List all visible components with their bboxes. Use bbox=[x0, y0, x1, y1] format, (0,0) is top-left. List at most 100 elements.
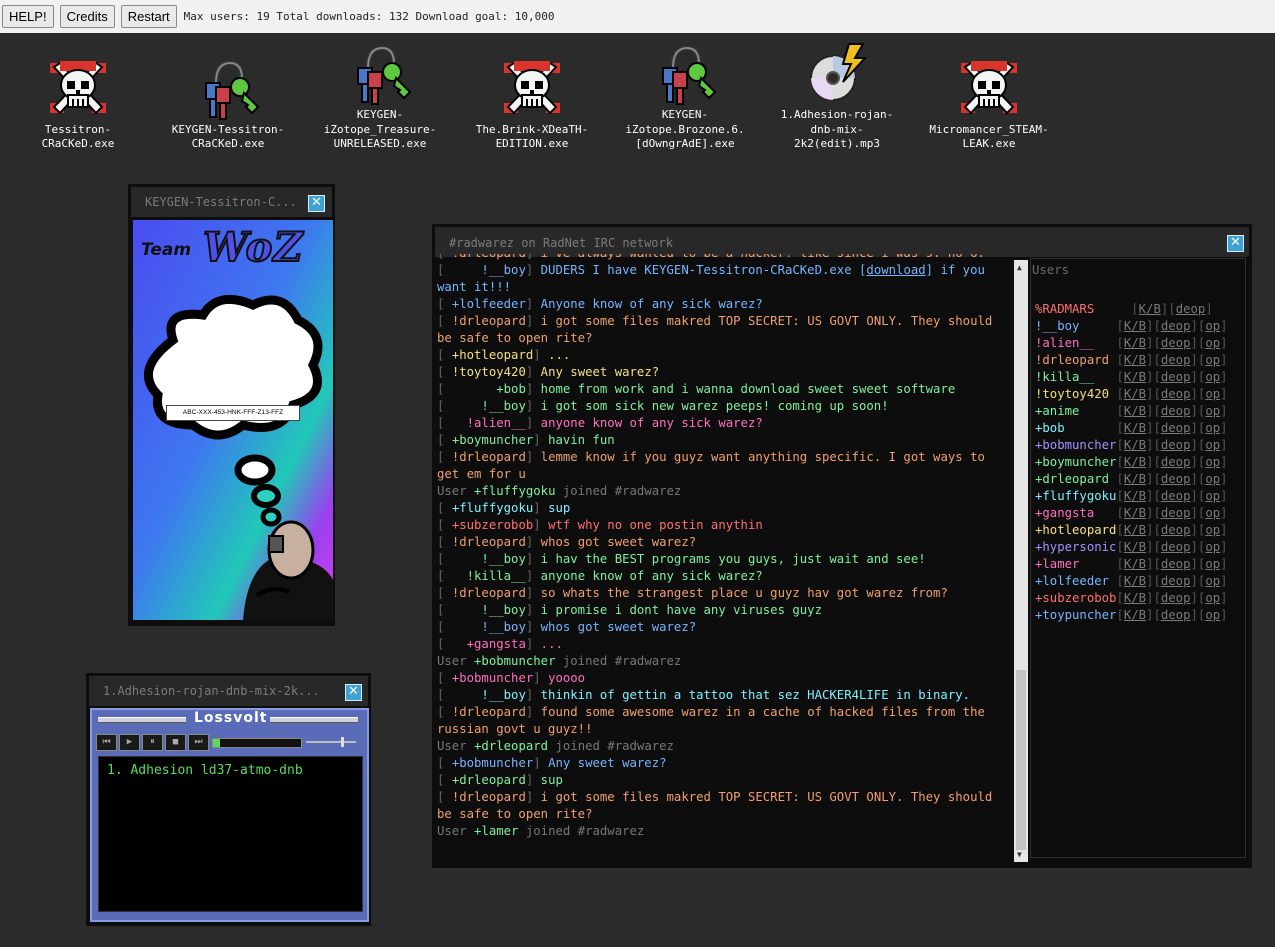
op-link[interactable]: op bbox=[1205, 608, 1220, 622]
seek-bar[interactable] bbox=[212, 738, 302, 748]
user-nick[interactable]: +subzerobob bbox=[1035, 591, 1116, 605]
op-link[interactable]: op bbox=[1205, 404, 1220, 418]
deop-link[interactable]: deop bbox=[1161, 319, 1191, 333]
user-nick[interactable]: +hotleopard bbox=[1035, 523, 1116, 537]
message-nick[interactable]: +drleopard bbox=[452, 773, 526, 787]
user-nick[interactable]: +toypuncher bbox=[1035, 608, 1116, 622]
kick-ban-link[interactable]: K/B bbox=[1124, 336, 1146, 350]
deop-link[interactable]: deop bbox=[1161, 336, 1191, 350]
message-nick[interactable]: +bob bbox=[496, 382, 526, 396]
message-nick[interactable]: +bobmuncher bbox=[452, 671, 533, 685]
kick-ban-link[interactable]: K/B bbox=[1124, 421, 1146, 435]
restart-button[interactable]: Restart bbox=[120, 5, 177, 28]
user-nick[interactable]: +gangsta bbox=[1035, 506, 1116, 520]
user-nick[interactable]: !__boy bbox=[1035, 319, 1116, 333]
kick-ban-link[interactable]: K/B bbox=[1124, 404, 1146, 418]
message-nick[interactable]: !drleopard bbox=[452, 254, 526, 260]
kick-ban-link[interactable]: K/B bbox=[1124, 319, 1146, 333]
message-nick[interactable]: !__boy bbox=[481, 603, 525, 617]
message-nick[interactable]: !__boy bbox=[481, 620, 525, 634]
user-nick[interactable]: !drleopard bbox=[1035, 353, 1116, 367]
stop-icon[interactable]: ■ bbox=[165, 734, 186, 751]
message-nick[interactable]: !drleopard bbox=[452, 705, 526, 719]
deop-link[interactable]: deop bbox=[1161, 489, 1191, 503]
user-nick[interactable]: !killa__ bbox=[1035, 370, 1116, 384]
desktop-icon[interactable]: 1.Adhesion-rojan-dnb-mix- 2k2(edit).mp3 bbox=[767, 42, 907, 152]
op-link[interactable]: op bbox=[1205, 472, 1220, 486]
user-nick[interactable]: +hypersonic bbox=[1035, 540, 1116, 554]
message-nick[interactable]: +bobmuncher bbox=[452, 756, 533, 770]
desktop-icon[interactable]: Tessitron- CRaCKeD.exe bbox=[8, 57, 148, 152]
message-nick[interactable]: !drleopard bbox=[452, 450, 526, 464]
user-nick[interactable]: +lamer bbox=[1035, 557, 1116, 571]
message-nick[interactable]: !drleopard bbox=[452, 314, 526, 328]
message-nick[interactable]: +hotleopard bbox=[452, 348, 533, 362]
kick-ban-link[interactable]: K/B bbox=[1124, 608, 1146, 622]
desktop-icon[interactable]: KEYGEN-Tessitron- CRaCKeD.exe bbox=[158, 57, 298, 152]
message-nick[interactable]: +subzerobob bbox=[452, 518, 533, 532]
message-nick[interactable]: !__boy bbox=[481, 263, 525, 277]
kick-ban-link[interactable]: K/B bbox=[1124, 523, 1146, 537]
desktop-icon[interactable]: Micromancer_STEAM- LEAK.exe bbox=[919, 57, 1059, 152]
op-link[interactable]: op bbox=[1205, 353, 1220, 367]
kick-ban-link[interactable]: K/B bbox=[1124, 591, 1146, 605]
irc-titlebar[interactable]: #radwarez on RadNet IRC network ✕ bbox=[435, 227, 1249, 257]
user-nick[interactable]: +lolfeeder bbox=[1035, 574, 1116, 588]
kick-ban-link[interactable]: K/B bbox=[1124, 574, 1146, 588]
op-link[interactable]: op bbox=[1205, 574, 1220, 588]
desktop-icon[interactable]: KEYGEN-iZotope.Brozone.6. [dOwngrAdE].exe bbox=[615, 42, 755, 152]
op-link[interactable]: op bbox=[1205, 438, 1220, 452]
volume-knob[interactable] bbox=[341, 737, 344, 747]
volume-slider[interactable] bbox=[306, 737, 356, 747]
prev-icon[interactable]: ⏮ bbox=[96, 734, 117, 751]
message-nick[interactable]: !alien__ bbox=[467, 416, 526, 430]
scroll-up-icon[interactable]: ▲ bbox=[1017, 263, 1022, 272]
message-nick[interactable]: !toytoy420 bbox=[452, 365, 526, 379]
close-icon[interactable]: ✕ bbox=[308, 195, 325, 212]
message-nick[interactable]: !drleopard bbox=[452, 535, 526, 549]
deop-link[interactable]: deop bbox=[1161, 523, 1191, 537]
deop-link[interactable]: deop bbox=[1161, 370, 1191, 384]
deop-link[interactable]: deop bbox=[1161, 387, 1191, 401]
user-nick[interactable]: +drleopard bbox=[1035, 472, 1116, 486]
scroll-down-icon[interactable]: ▼ bbox=[1017, 850, 1022, 859]
message-nick[interactable]: +fluffygoku bbox=[452, 501, 533, 515]
deop-link[interactable]: deop bbox=[1161, 438, 1191, 452]
deop-link[interactable]: deop bbox=[1161, 540, 1191, 554]
user-nick[interactable]: +boymuncher bbox=[1035, 455, 1116, 469]
deop-link[interactable]: deop bbox=[1161, 455, 1191, 469]
pause-icon[interactable]: ⏸ bbox=[142, 734, 163, 751]
chat-scrollbar[interactable]: ▲ ▼ bbox=[1014, 260, 1028, 862]
next-icon[interactable]: ⏭ bbox=[188, 734, 209, 751]
op-link[interactable]: op bbox=[1205, 591, 1220, 605]
kick-ban-link[interactable]: K/B bbox=[1124, 370, 1146, 384]
message-nick[interactable]: !drleopard bbox=[452, 790, 526, 804]
op-link[interactable]: op bbox=[1205, 336, 1220, 350]
op-link[interactable]: op bbox=[1205, 523, 1220, 537]
kick-ban-link[interactable]: K/B bbox=[1124, 557, 1146, 571]
play-icon[interactable]: ▶ bbox=[119, 734, 140, 751]
op-link[interactable]: op bbox=[1205, 506, 1220, 520]
user-nick[interactable]: !toytoy420 bbox=[1035, 387, 1116, 401]
scroll-thumb[interactable] bbox=[1016, 670, 1026, 850]
desktop-icon[interactable]: The.Brink-XDeaTH- EDITION.exe bbox=[462, 57, 602, 152]
deop-link[interactable]: deop bbox=[1161, 353, 1191, 367]
op-link[interactable]: op bbox=[1205, 421, 1220, 435]
user-nick[interactable]: +fluffygoku bbox=[1035, 489, 1116, 503]
kick-ban-link[interactable]: K/B bbox=[1124, 387, 1146, 401]
serial-key-field[interactable]: ABC-XXX-453-HNK-FFF-Z13-FFZ bbox=[166, 405, 300, 421]
kick-ban-link[interactable]: K/B bbox=[1124, 472, 1146, 486]
deop-link[interactable]: deop bbox=[1161, 608, 1191, 622]
op-link[interactable]: op bbox=[1205, 455, 1220, 469]
deop-link[interactable]: deop bbox=[1161, 404, 1191, 418]
player-titlebar[interactable]: 1.Adhesion-rojan-dnb-mix-2k... ✕ bbox=[89, 676, 368, 706]
credits-button[interactable]: Credits bbox=[59, 5, 115, 28]
user-nick[interactable]: !alien__ bbox=[1035, 336, 1116, 350]
message-nick[interactable]: !drleopard bbox=[452, 586, 526, 600]
close-icon[interactable]: ✕ bbox=[1227, 235, 1244, 252]
deop-link[interactable]: deop bbox=[1176, 302, 1206, 316]
deop-link[interactable]: deop bbox=[1161, 506, 1191, 520]
message-nick[interactable]: !__boy bbox=[481, 552, 525, 566]
desktop-icon[interactable]: KEYGEN-iZotope_Treasure- UNRELEASED.exe bbox=[310, 42, 450, 152]
kick-ban-link[interactable]: K/B bbox=[1124, 489, 1146, 503]
